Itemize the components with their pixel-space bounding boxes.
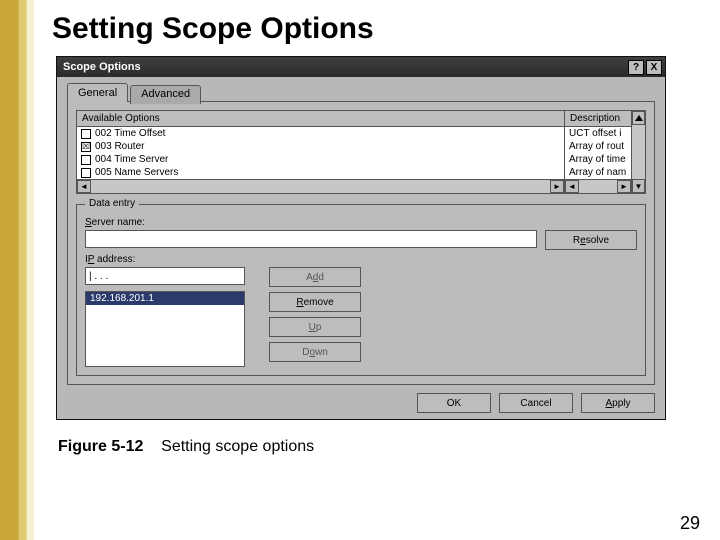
- add-button[interactable]: Add: [269, 267, 361, 287]
- scroll-up-icon[interactable]: [632, 111, 645, 125]
- list-item[interactable]: 192.168.201.1: [86, 292, 244, 305]
- scroll-left-icon[interactable]: ◄: [77, 180, 91, 193]
- page-number: 29: [680, 513, 700, 534]
- column-header-available[interactable]: Available Options: [77, 111, 564, 127]
- titlebar: Scope Options ? X: [57, 57, 665, 77]
- option-label: 002 Time Offset: [95, 128, 165, 139]
- up-button[interactable]: Up: [269, 317, 361, 337]
- option-label: 005 Name Servers: [95, 167, 178, 178]
- tab-strip: General Advanced: [67, 83, 655, 102]
- scrollbar-horizontal[interactable]: ◄ ►: [77, 179, 564, 193]
- window-title: Scope Options: [63, 61, 141, 73]
- option-desc: UCT offset i: [565, 127, 631, 140]
- checkbox-icon[interactable]: ☒: [81, 142, 91, 152]
- scroll-left-icon[interactable]: ◄: [565, 180, 579, 193]
- data-entry-group: Data entry Server name: Resolve IP addre…: [76, 204, 646, 376]
- tab-general[interactable]: General: [67, 83, 128, 102]
- server-name-input[interactable]: [85, 230, 537, 248]
- slide-accent-bar: [0, 0, 34, 540]
- ok-button[interactable]: OK: [417, 393, 491, 413]
- remove-button[interactable]: Remove: [269, 292, 361, 312]
- figure-label: Figure 5-12: [58, 438, 143, 455]
- tab-advanced[interactable]: Advanced: [130, 85, 201, 104]
- ip-address-label: IP address:: [85, 254, 637, 265]
- data-entry-legend: Data entry: [85, 198, 139, 209]
- resolve-button[interactable]: Resolve: [545, 230, 637, 250]
- scrollbar-vertical[interactable]: ▼: [631, 111, 645, 193]
- options-table: Available Options 002 Time Offset ☒: [76, 110, 646, 194]
- column-header-description[interactable]: Description: [565, 111, 631, 127]
- down-button[interactable]: Down: [269, 342, 361, 362]
- slide-title: Setting Scope Options: [52, 12, 696, 46]
- option-row[interactable]: ☒ 003 Router: [77, 140, 564, 153]
- option-label: 003 Router: [95, 141, 144, 152]
- figure-caption: Figure 5-12 Setting scope options: [58, 438, 696, 456]
- scroll-right-icon[interactable]: ►: [617, 180, 631, 193]
- ip-listbox[interactable]: 192.168.201.1: [85, 291, 245, 367]
- checkbox-icon[interactable]: [81, 129, 91, 139]
- slide-body: Setting Scope Options Scope Options ? X …: [34, 0, 720, 540]
- tab-panel-general: Available Options 002 Time Offset ☒: [67, 101, 655, 385]
- option-desc: Array of rout: [565, 140, 631, 153]
- close-button[interactable]: X: [646, 60, 662, 75]
- ip-address-input[interactable]: | . . .: [85, 267, 245, 285]
- option-row[interactable]: 005 Name Servers: [77, 166, 564, 179]
- option-row[interactable]: 002 Time Offset: [77, 127, 564, 140]
- checkbox-icon[interactable]: [81, 168, 91, 178]
- scroll-down-icon[interactable]: ▼: [632, 179, 645, 193]
- column-header-available-label: Available Options: [82, 113, 160, 124]
- scroll-right-icon[interactable]: ►: [550, 180, 564, 193]
- option-label: 004 Time Server: [95, 154, 168, 165]
- scrollbar-horizontal[interactable]: ◄ ►: [565, 179, 631, 193]
- dialog-buttons: OK Cancel Apply: [67, 393, 655, 413]
- figure-caption-text: Setting scope options: [161, 438, 314, 455]
- option-desc: Array of nam: [565, 166, 631, 179]
- help-button[interactable]: ?: [628, 60, 644, 75]
- cancel-button[interactable]: Cancel: [499, 393, 573, 413]
- option-desc: Array of time: [565, 153, 631, 166]
- column-header-description-label: Description: [570, 113, 620, 124]
- option-row[interactable]: 004 Time Server: [77, 153, 564, 166]
- server-name-label: Server name:: [85, 217, 637, 228]
- dialog-window: Scope Options ? X General Advanced Avail…: [56, 56, 666, 420]
- checkbox-icon[interactable]: [81, 155, 91, 165]
- apply-button[interactable]: Apply: [581, 393, 655, 413]
